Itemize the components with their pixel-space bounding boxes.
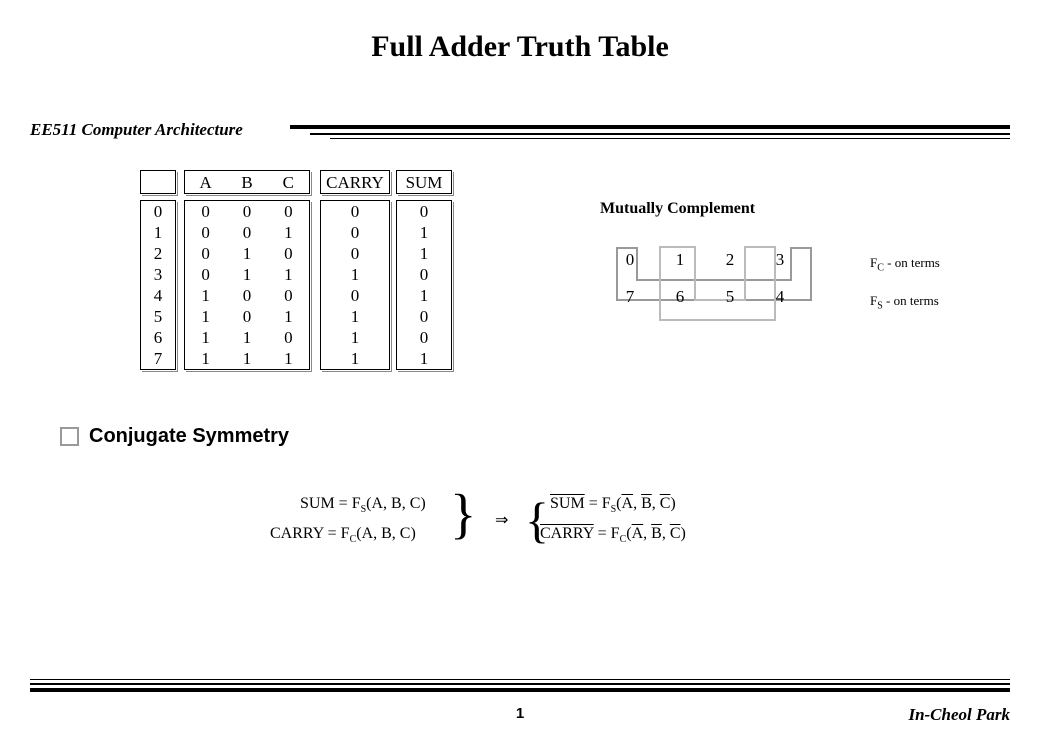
- cell-b: 0: [226, 285, 267, 306]
- cell-b: 1: [226, 264, 267, 285]
- diag-n: 5: [720, 287, 740, 307]
- cell-c: 1: [268, 348, 309, 369]
- cell-b: 0: [226, 201, 267, 222]
- cell-sum: 0: [397, 327, 451, 348]
- cell-sum: 0: [397, 264, 451, 285]
- cell-a: 1: [185, 327, 226, 348]
- diag-n: 0: [620, 250, 640, 270]
- col-sum-header: SUM: [397, 171, 451, 195]
- cell-b: 1: [226, 243, 267, 264]
- page-number: 1: [0, 705, 1040, 722]
- cell-b: 0: [226, 222, 267, 243]
- row-index: 5: [141, 306, 175, 327]
- cell-b: 0: [226, 306, 267, 327]
- cell-c: 1: [268, 264, 309, 285]
- cell-sum: 0: [397, 201, 451, 222]
- cell-carry: 0: [321, 285, 389, 306]
- cell-carry: 0: [321, 222, 389, 243]
- cell-c: 1: [268, 306, 309, 327]
- row-index: 0: [141, 201, 175, 222]
- cell-carry: 0: [321, 243, 389, 264]
- cell-b: 1: [226, 327, 267, 348]
- col-b-header: B: [226, 171, 267, 195]
- row-index: 2: [141, 243, 175, 264]
- diag-n: 7: [620, 287, 640, 307]
- footer-rule: [30, 674, 1010, 692]
- cell-a: 1: [185, 285, 226, 306]
- row-index: 4: [141, 285, 175, 306]
- page-title: Full Adder Truth Table: [0, 30, 1040, 64]
- square-bullet-icon: [60, 427, 79, 446]
- col-c-header: C: [268, 171, 309, 195]
- cell-c: 0: [268, 201, 309, 222]
- fs-onterms-label: FS - on terms: [870, 293, 939, 312]
- cell-a: 1: [185, 306, 226, 327]
- cell-c: 1: [268, 222, 309, 243]
- cell-sum: 1: [397, 243, 451, 264]
- cell-c: 0: [268, 285, 309, 306]
- complement-diagram: 0 1 2 3 7 6 5 4: [615, 245, 855, 335]
- cell-carry: 1: [321, 327, 389, 348]
- diag-n: 3: [770, 250, 790, 270]
- row-index: 7: [141, 348, 175, 369]
- fc-onterms-label: FC - on terms: [870, 255, 940, 274]
- diag-n: 6: [670, 287, 690, 307]
- cell-carry: 0: [321, 201, 389, 222]
- cell-a: 0: [185, 264, 226, 285]
- cell-b: 1: [226, 348, 267, 369]
- cell-c: 0: [268, 327, 309, 348]
- cell-a: 1: [185, 348, 226, 369]
- cell-a: 0: [185, 201, 226, 222]
- cell-sum: 1: [397, 222, 451, 243]
- cell-carry: 1: [321, 348, 389, 369]
- cell-c: 0: [268, 243, 309, 264]
- header-rule: [30, 125, 1010, 143]
- cell-sum: 0: [397, 306, 451, 327]
- bullet-conjugate-symmetry: Conjugate Symmetry: [60, 425, 289, 448]
- equations: SUM = FS(A, B, C) CARRY = FC(A, B, C) } …: [300, 490, 740, 560]
- row-index: 1: [141, 222, 175, 243]
- mutually-complement-label: Mutually Complement: [600, 200, 755, 218]
- cell-a: 0: [185, 243, 226, 264]
- col-a-header: A: [185, 171, 226, 195]
- diag-n: 1: [670, 250, 690, 270]
- diag-n: 4: [770, 287, 790, 307]
- cell-sum: 1: [397, 348, 451, 369]
- col-carry-header: CARRY: [321, 171, 389, 195]
- cell-carry: 1: [321, 264, 389, 285]
- diag-n: 2: [720, 250, 740, 270]
- row-index: 3: [141, 264, 175, 285]
- cell-carry: 1: [321, 306, 389, 327]
- cell-a: 0: [185, 222, 226, 243]
- row-index: 6: [141, 327, 175, 348]
- author-label: In-Cheol Park: [908, 705, 1010, 725]
- cell-sum: 1: [397, 285, 451, 306]
